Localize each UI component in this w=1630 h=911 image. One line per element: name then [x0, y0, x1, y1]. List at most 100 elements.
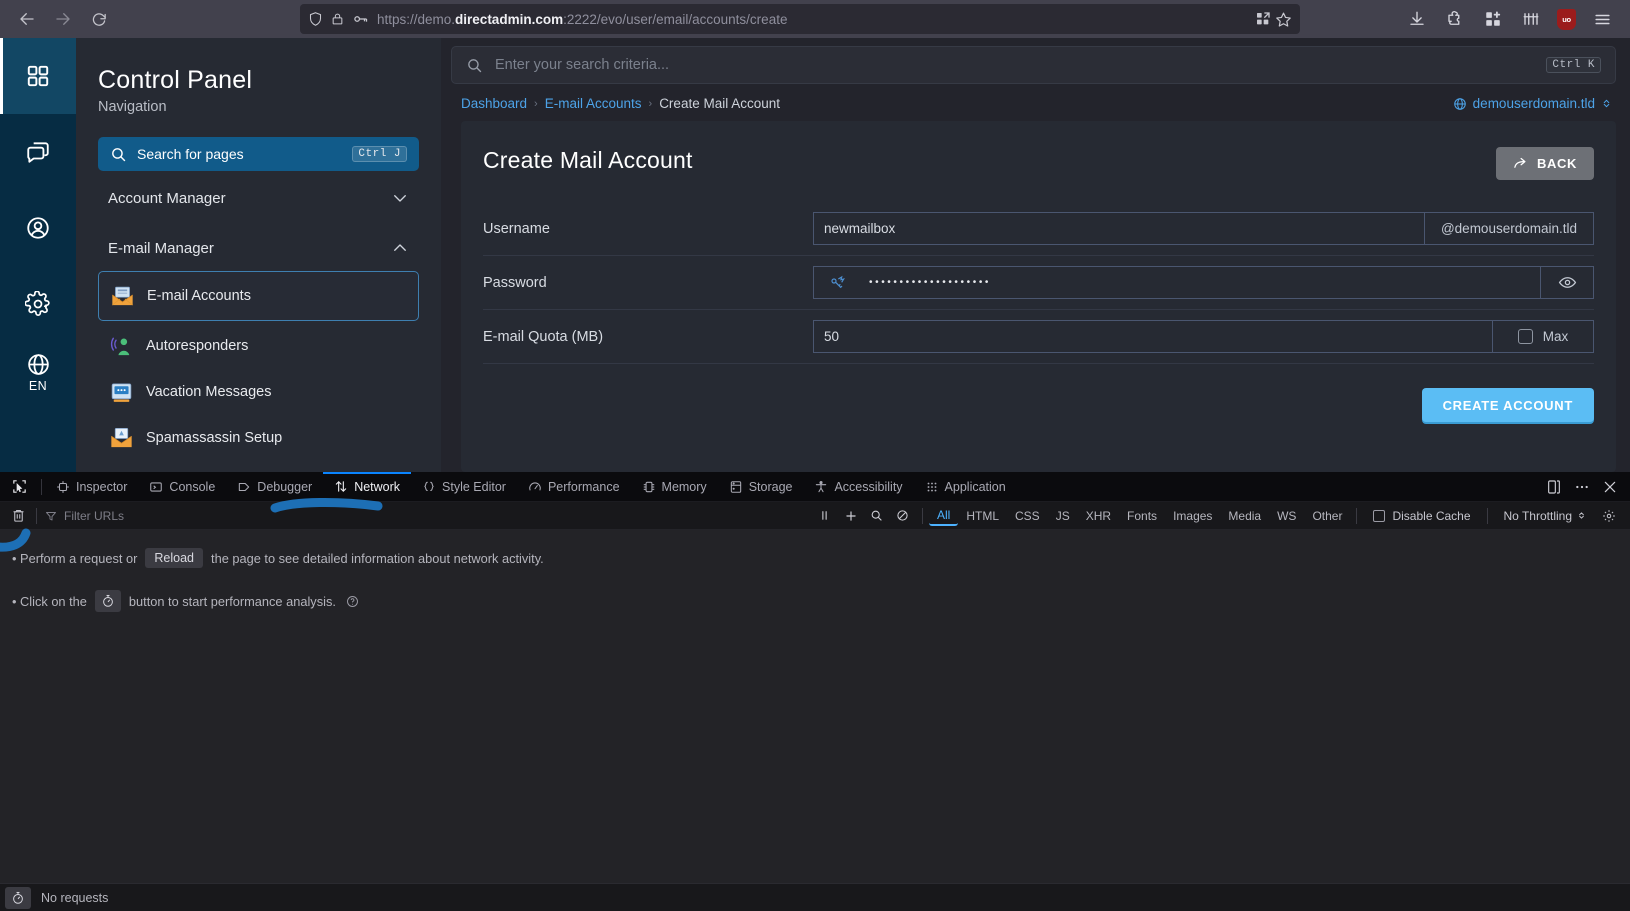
url-text[interactable]: https://demo.directadmin.com:2222/evo/us…: [377, 12, 1247, 27]
browser-toolbar: https://demo.directadmin.com:2222/evo/us…: [0, 0, 1630, 38]
throttling-select[interactable]: No Throttling: [1494, 509, 1596, 523]
element-picker-icon[interactable]: [4, 474, 34, 500]
domain-selector[interactable]: demouserdomain.tld: [1453, 96, 1612, 111]
rail-item-settings[interactable]: [0, 266, 76, 342]
checkbox-icon[interactable]: [1518, 329, 1533, 344]
rail-item-tickets[interactable]: [0, 114, 76, 190]
containers-icon[interactable]: [1519, 7, 1543, 31]
chevron-updown-icon: [1601, 97, 1612, 110]
devtools-tab-storage[interactable]: Storage: [718, 472, 804, 502]
email-quota-input[interactable]: 50: [813, 320, 1493, 353]
help-circle-icon[interactable]: [346, 595, 359, 608]
rail-item-dashboard[interactable]: [0, 38, 76, 114]
network-hint-analysis-pre: • Click on the: [12, 594, 87, 609]
breadcrumb-dashboard[interactable]: Dashboard: [461, 96, 527, 111]
performance-analysis-button[interactable]: [95, 590, 121, 612]
performance-analysis-icon[interactable]: [5, 887, 31, 909]
browser-reload-button[interactable]: [82, 4, 116, 34]
nav-group-account-manager[interactable]: Account Manager: [98, 171, 419, 221]
devtools-more-options-icon[interactable]: [1574, 479, 1590, 495]
network-filter-ws[interactable]: WS: [1269, 507, 1304, 525]
devtools-tab-console-label: Console: [169, 480, 215, 494]
network-settings-gear-icon[interactable]: [1596, 505, 1622, 527]
checkbox-icon[interactable]: [1373, 510, 1385, 522]
network-filter-xhr[interactable]: XHR: [1078, 507, 1119, 525]
back-button[interactable]: BACK: [1496, 147, 1594, 180]
apps-icon[interactable]: [1481, 7, 1505, 31]
url-bar[interactable]: https://demo.directadmin.com:2222/evo/us…: [300, 4, 1300, 34]
devtools-tab-debugger[interactable]: Debugger: [226, 472, 323, 502]
clear-requests-trash-icon[interactable]: [6, 505, 30, 527]
network-filter-media[interactable]: Media: [1220, 507, 1269, 525]
filter-urls-input[interactable]: Filter URLs: [43, 509, 812, 523]
sidebar-item-autoresponders[interactable]: Autoresponders: [98, 325, 419, 367]
devtools-tab-network[interactable]: Network: [323, 472, 411, 502]
form-row-email-quota: E-mail Quota (MB) 50 Max: [483, 310, 1594, 364]
breadcrumb-separator: ›: [534, 98, 538, 110]
devtools-tab-performance[interactable]: Performance: [517, 472, 631, 502]
block-requests-icon[interactable]: [890, 505, 916, 527]
memory-icon: [642, 480, 656, 494]
max-quota-checkbox[interactable]: Max: [1493, 320, 1594, 353]
rail-item-language[interactable]: EN: [0, 342, 76, 402]
ublock-origin-icon[interactable]: uo: [1557, 9, 1576, 30]
email-quota-label: E-mail Quota (MB): [483, 329, 813, 345]
network-filter-html[interactable]: HTML: [958, 507, 1007, 525]
sidebar-item-spamassassin-setup[interactable]: Spamassassin Setup: [98, 417, 419, 459]
key-icon[interactable]: [352, 11, 369, 27]
network-empty-state: • Perform a request or Reload the page t…: [0, 530, 1630, 883]
search-for-pages-input[interactable]: Search for pages Ctrl J: [98, 137, 419, 171]
devtools-tab-inspector[interactable]: Inspector: [45, 472, 138, 502]
rail-item-account[interactable]: [0, 190, 76, 266]
search-icon: [110, 146, 127, 163]
reader-view-icon[interactable]: [1255, 11, 1271, 27]
show-password-eye-icon[interactable]: [1541, 266, 1594, 299]
search-requests-icon[interactable]: [864, 505, 890, 527]
shield-icon[interactable]: [308, 11, 323, 27]
breadcrumb: Dashboard › E-mail Accounts › Create Mai…: [441, 84, 1630, 121]
network-filter-other[interactable]: Other: [1304, 507, 1350, 525]
password-input[interactable]: ••••••••••••••••••••: [859, 266, 1541, 299]
network-hint-analysis: • Click on the button to start performan…: [12, 590, 1630, 612]
search-icon: [466, 57, 483, 74]
performance-icon: [528, 480, 542, 494]
username-input[interactable]: newmailbox: [813, 212, 1425, 245]
web-page-viewport: EN Control Panel Navigation Search for p…: [0, 38, 1630, 472]
browser-forward-button[interactable]: [46, 4, 80, 34]
breadcrumb-email-accounts[interactable]: E-mail Accounts: [545, 96, 642, 111]
sidebar-item-email-accounts[interactable]: E-mail Accounts: [98, 271, 419, 321]
devtools-tab-memory[interactable]: Memory: [631, 472, 718, 502]
form-row-username: Username newmailbox @demouserdomain.tld: [483, 202, 1594, 256]
devtools-tab-console[interactable]: Console: [138, 472, 226, 502]
devtools-close-icon[interactable]: [1602, 479, 1618, 495]
devtools-tab-accessibility[interactable]: Accessibility: [803, 472, 913, 502]
nav-group-email-manager[interactable]: E-mail Manager: [98, 221, 419, 271]
dock-toggle-icon[interactable]: [1546, 479, 1562, 495]
lock-icon[interactable]: [331, 11, 344, 27]
pause-requests-icon[interactable]: [812, 505, 838, 527]
network-filter-js[interactable]: JS: [1048, 507, 1078, 525]
disable-cache-checkbox[interactable]: Disable Cache: [1363, 509, 1480, 523]
global-search-input[interactable]: Enter your search criteria... Ctrl K: [451, 46, 1616, 84]
devtools-tab-style-editor[interactable]: Style Editor: [411, 472, 517, 502]
downloads-icon[interactable]: [1405, 7, 1429, 31]
network-filter-images[interactable]: Images: [1165, 507, 1220, 525]
browser-back-button[interactable]: [10, 4, 44, 34]
network-filter-css[interactable]: CSS: [1007, 507, 1048, 525]
hamburger-menu-icon[interactable]: [1590, 7, 1614, 31]
network-filter-fonts[interactable]: Fonts: [1119, 507, 1165, 525]
network-hint-reload-pre: • Perform a request or: [12, 551, 137, 566]
create-account-button[interactable]: CREATE ACCOUNT: [1422, 388, 1594, 422]
new-request-plus-icon[interactable]: [838, 505, 864, 527]
network-filter-all[interactable]: All: [929, 506, 958, 526]
network-status-bar: No requests: [0, 883, 1630, 911]
devtools-tab-application[interactable]: Application: [914, 472, 1017, 502]
random-password-icon[interactable]: [813, 266, 859, 299]
bookmark-star-icon[interactable]: [1275, 11, 1292, 28]
form-row-password: Password ••••••••••••••••••••: [483, 256, 1594, 310]
reload-button[interactable]: Reload: [145, 548, 203, 568]
extension-icon[interactable]: [1443, 7, 1467, 31]
username-label: Username: [483, 221, 813, 237]
network-hint-reload-post: the page to see detailed information abo…: [211, 551, 544, 566]
sidebar-item-vacation-messages[interactable]: Vacation Messages: [98, 371, 419, 413]
